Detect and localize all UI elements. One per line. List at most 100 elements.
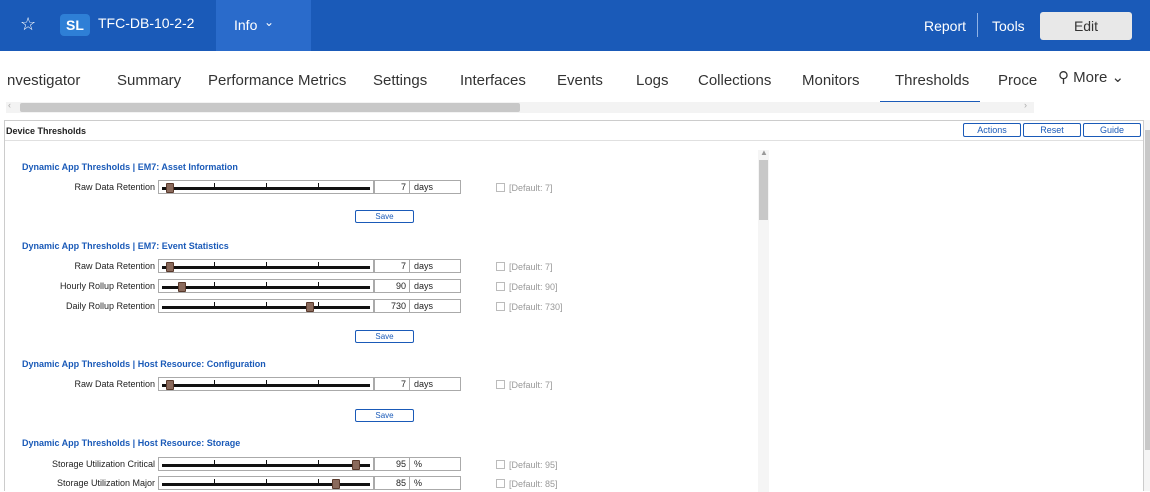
section-title: Dynamic App Thresholds | EM7: Event Stat… [22,241,229,251]
default-checkbox[interactable] [496,460,505,469]
section-title: Dynamic App Thresholds | Host Resource: … [22,438,241,448]
slider-handle[interactable] [166,262,174,272]
threshold-slider[interactable] [158,299,374,313]
page-vertical-scrollbar[interactable] [1144,120,1150,491]
save-button[interactable]: Save [355,409,414,422]
threshold-value-input[interactable]: 90 [374,279,410,293]
threshold-slider[interactable] [158,377,374,391]
scroll-right-icon[interactable]: › [1024,100,1027,110]
chevron-down-icon: ⌄ [1111,69,1125,86]
tab-thresholds[interactable]: Thresholds [895,72,969,89]
tabs-horizontal-scrollbar[interactable]: ‹ › [6,100,1034,113]
default-checkbox[interactable] [496,183,505,192]
slider-handle[interactable] [332,479,340,489]
default-checkbox[interactable] [496,262,505,271]
reset-button[interactable]: Reset [1023,123,1081,137]
slider-tick [318,183,319,187]
tab-monitors[interactable]: Monitors [802,72,860,89]
save-button[interactable]: Save [355,330,414,343]
threshold-slider[interactable] [158,457,374,471]
tab-processes[interactable]: Proce [998,72,1037,89]
default-checkbox[interactable] [496,302,505,311]
slider-track [162,286,370,289]
tab-settings[interactable]: Settings [373,72,427,89]
tab-collections[interactable]: Collections [698,72,771,89]
default-label: [Default: 95] [509,460,558,470]
slider-tick [318,262,319,266]
default-checkbox[interactable] [496,380,505,389]
more-label: More [1073,69,1108,86]
slider-tick [266,183,267,187]
scrollbar-thumb[interactable] [759,160,768,220]
default-checkbox[interactable] [496,479,505,488]
content-vertical-scrollbar[interactable]: ▲ [758,148,769,492]
info-label: Info [234,17,258,33]
threshold-slider[interactable] [158,476,374,490]
default-label: [Default: 7] [509,380,553,390]
threshold-value-input[interactable]: 7 [374,180,410,194]
tab-investigator[interactable]: nvestigator [7,72,80,89]
slider-handle[interactable] [166,183,174,193]
default-label: [Default: 730] [509,302,563,312]
threshold-unit: days [410,377,461,391]
threshold-unit: % [410,476,461,490]
tab-interfaces[interactable]: Interfaces [460,72,526,89]
slider-tick [214,479,215,483]
tab-summary[interactable]: Summary [117,72,181,89]
slider-tick [318,460,319,464]
row-label: Raw Data Retention [74,261,155,271]
threshold-unit: % [410,457,461,471]
slider-handle[interactable] [306,302,314,312]
default-label: [Default: 85] [509,479,558,489]
threshold-value-input[interactable]: 730 [374,299,410,313]
slider-tick [214,380,215,384]
slider-tick [266,282,267,286]
slider-track [162,464,370,467]
row-label: Storage Utilization Critical [51,459,155,469]
panel-header-divider [5,140,1143,141]
slider-tick [318,302,319,306]
slider-handle[interactable] [352,460,360,470]
scroll-up-icon[interactable]: ▲ [760,148,768,157]
report-button[interactable]: Report [924,18,966,34]
info-dropdown-button[interactable]: Info ⌄ [216,0,311,51]
tools-button[interactable]: Tools [992,18,1025,34]
threshold-unit: days [410,299,461,313]
threshold-value-input[interactable]: 85 [374,476,410,490]
slider-handle[interactable] [178,282,186,292]
tab-events[interactable]: Events [557,72,603,89]
tab-logs[interactable]: Logs [636,72,669,89]
slider-tick [214,262,215,266]
device-thresholds-panel: Device Thresholds Actions Reset Guide Dy… [4,120,1144,492]
default-label: [Default: 7] [509,183,553,193]
default-label: [Default: 90] [509,282,558,292]
guide-button[interactable]: Guide [1083,123,1141,137]
threshold-value-input[interactable]: 95 [374,457,410,471]
threshold-slider[interactable] [158,180,374,194]
topbar-divider [977,13,978,37]
threshold-unit: days [410,180,461,194]
actions-button[interactable]: Actions [963,123,1021,137]
scrollbar-thumb[interactable] [20,103,520,112]
threshold-unit: days [410,279,461,293]
edit-button[interactable]: Edit [1040,12,1132,40]
scrollbar-thumb[interactable] [1145,130,1150,450]
section-title: Dynamic App Thresholds | EM7: Asset Info… [22,162,238,172]
slider-tick [214,183,215,187]
tab-bar: nvestigator Summary Performance Metrics … [0,51,1150,103]
slider-tick [318,479,319,483]
tab-performance-metrics[interactable]: Performance Metrics [208,72,346,89]
search-icon: ⚲ [1058,69,1069,86]
more-tabs-button[interactable]: ⚲ More ⌄ [1058,68,1124,86]
default-checkbox[interactable] [496,282,505,291]
slider-tick [266,262,267,266]
scroll-left-icon[interactable]: ‹ [8,100,11,110]
slider-track [162,266,370,269]
slider-handle[interactable] [166,380,174,390]
star-icon[interactable]: ☆ [20,14,36,34]
threshold-slider[interactable] [158,259,374,273]
threshold-value-input[interactable]: 7 [374,259,410,273]
save-button[interactable]: Save [355,210,414,223]
threshold-slider[interactable] [158,279,374,293]
threshold-value-input[interactable]: 7 [374,377,410,391]
